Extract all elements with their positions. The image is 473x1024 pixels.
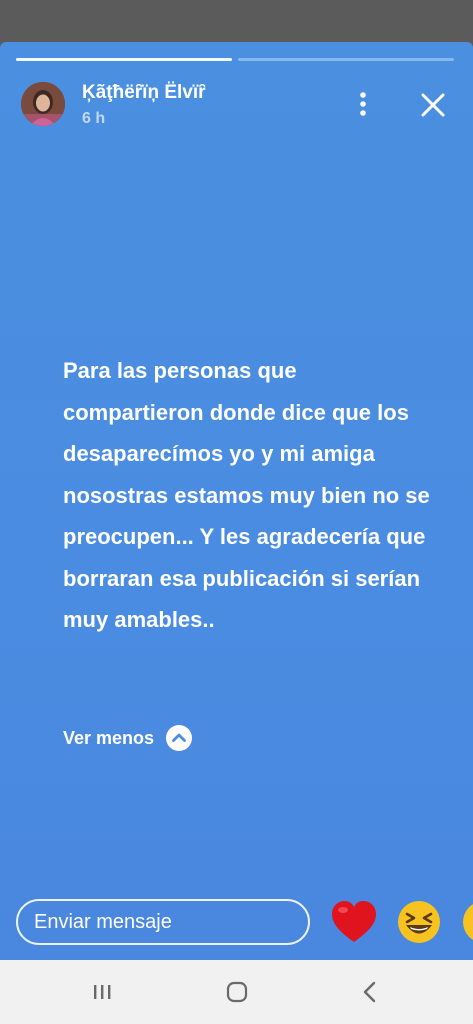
more-options-icon[interactable] xyxy=(352,90,374,118)
see-less-label: Ver menos xyxy=(63,727,155,748)
heart-emoji-icon[interactable] xyxy=(330,900,378,949)
story-progress-fill xyxy=(16,58,232,61)
back-icon[interactable] xyxy=(350,976,390,1008)
laughing-emoji-icon[interactable] xyxy=(397,900,441,949)
recent-apps-icon[interactable] xyxy=(82,976,122,1008)
close-icon[interactable] xyxy=(418,90,448,120)
story-timestamp: 6 h xyxy=(82,110,106,127)
message-input[interactable] xyxy=(16,899,310,945)
avatar[interactable] xyxy=(21,82,65,126)
see-less-button[interactable]: Ver menos xyxy=(63,725,193,751)
story-progress xyxy=(16,58,454,61)
story-text: Para las personas que compartieron donde… xyxy=(63,358,430,632)
avatar-image xyxy=(21,82,65,126)
story-progress-segment xyxy=(16,58,232,61)
story-username[interactable]: Ķãţħëȓïņ Ëlvïȓ xyxy=(82,82,206,104)
status-bar xyxy=(0,0,473,42)
story-viewer[interactable]: Ķãţħëȓïņ Ëlvïȓ 6 h Para las personas que… xyxy=(0,42,473,960)
home-icon[interactable] xyxy=(217,976,257,1008)
navigation-bar xyxy=(0,960,473,1024)
chevron-up-icon xyxy=(166,725,193,751)
story-progress-segment xyxy=(238,58,454,61)
smiling-emoji-icon[interactable] xyxy=(462,900,473,949)
